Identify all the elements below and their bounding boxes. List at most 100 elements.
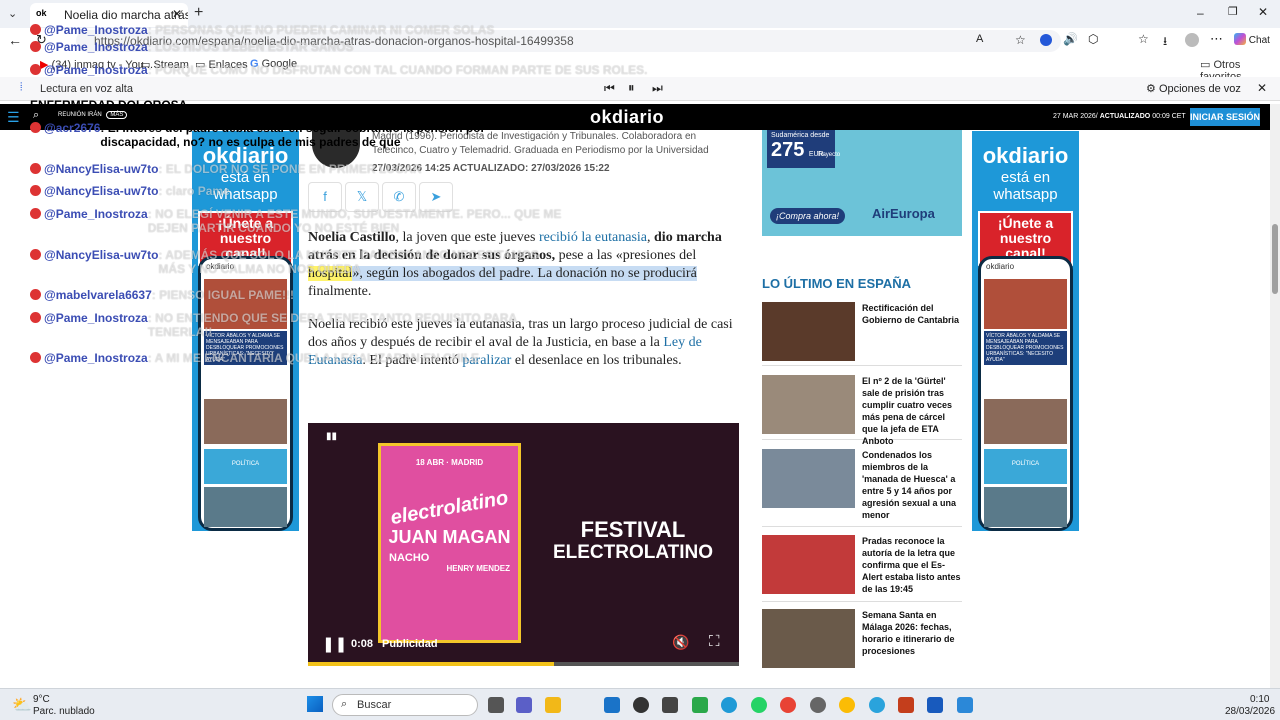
phone-mockup: okdiario VÍCTOR ÁBALOS Y ALDAMA SE MENSA…	[978, 256, 1073, 531]
chat-text: : claro Pame	[158, 184, 230, 198]
festival-title: FESTIVAL ELECTROLATINO	[533, 518, 733, 564]
news-title: Condenados los miembros de la 'manada de…	[862, 450, 957, 520]
telegram-icon[interactable]	[869, 697, 885, 713]
chat-user: @mabelvarela6637	[44, 288, 152, 302]
right-whatsapp-ad[interactable]: okdiario está en whatsapp ¡Únete a nuest…	[972, 131, 1079, 531]
date-text: 27 MAR 2026/	[1053, 113, 1098, 120]
header-date: 27 MAR 2026/ ACTUALIZADO 00:09 CET	[1053, 113, 1186, 120]
phone-photo-3	[984, 487, 1067, 527]
user-avatar-icon	[30, 122, 41, 133]
chat-text: : PERSONAS QUE NO PUEDEN CAMINAR NI COME…	[147, 23, 495, 37]
signal-icon: ▮▮	[326, 431, 338, 442]
chat-text: : EL DOLOR NO SE PONE EN PRIMER LUGAR	[158, 162, 422, 176]
user-avatar-icon	[30, 312, 41, 323]
previous-icon[interactable]: ⏮	[604, 81, 615, 96]
video-progress-track[interactable]	[308, 662, 739, 666]
news-title: Rectificación del Gobierno de Cantabria	[862, 303, 960, 325]
close-window-icon[interactable]: ✕	[1258, 5, 1268, 19]
user-avatar-icon	[30, 289, 41, 300]
chat-text: : NO ENTIENDO QUE SE DEBA TENER TANTO RE…	[147, 311, 517, 339]
news-title: El nº 2 de la 'Gürtel' sale de prisión t…	[862, 376, 953, 446]
login-button[interactable]: INICIAR SESIÓN	[1190, 108, 1260, 126]
page-scrollbar[interactable]	[1270, 104, 1280, 688]
news-item[interactable]: El nº 2 de la 'Gürtel' sale de prisión t…	[762, 375, 962, 446]
chrome-icon[interactable]	[780, 697, 796, 713]
clock-time[interactable]: 0:10	[1250, 694, 1269, 705]
fullscreen-icon[interactable]: ⛶	[709, 633, 720, 650]
site-logo[interactable]: okdiario	[590, 107, 664, 128]
user-avatar-icon	[30, 163, 41, 174]
phone-photo-2	[984, 399, 1067, 444]
taskbar: ⛅ 9°C Parc. nublado ⌕ Buscar 0:10 28/03/…	[0, 688, 1280, 720]
chat-user: @NancyElisa-uw7to	[44, 248, 159, 262]
news-item[interactable]: Condenados los miembros de la 'manada de…	[762, 449, 962, 527]
news-item[interactable]: Rectificación del Gobierno de Cantabria	[762, 302, 962, 366]
task-view-icon[interactable]	[488, 697, 504, 713]
air-europa-ad[interactable]: Sudamérica desde 275 EUR Trayecto ¡Compr…	[762, 130, 962, 236]
minimize-icon[interactable]: –	[1197, 6, 1204, 20]
chat-user: @Pame_Inostroza	[44, 23, 148, 37]
updated-label: ACTUALIZADO	[1099, 113, 1151, 120]
video-player[interactable]: ▮▮ 18 ABR · MADRID electrolatino JUAN MA…	[308, 423, 739, 666]
voice-options-button[interactable]: ⚙ Opciones de voz	[1146, 82, 1241, 95]
taskbar-search[interactable]: ⌕ Buscar	[332, 694, 478, 716]
scrollbar-thumb[interactable]	[1272, 224, 1278, 294]
teams-icon[interactable]	[516, 697, 532, 713]
mail-icon[interactable]	[604, 697, 620, 713]
news-item[interactable]: Pradas reconoce la autoría de la letra q…	[762, 535, 962, 602]
favorites-icon[interactable]: ☆	[1138, 32, 1149, 46]
weather-icon[interactable]: ⛅	[12, 695, 32, 715]
chat-text: ENFERMEDAD DOLOROSA.	[30, 98, 191, 112]
video-label: Publicidad	[382, 638, 438, 650]
video-time: 0:08	[351, 638, 374, 650]
close-read-aloud-icon[interactable]: ✕	[1257, 81, 1267, 95]
maximize-icon[interactable]: ❐	[1228, 5, 1238, 18]
phone-photo-2	[204, 399, 287, 444]
read-aloud-icon[interactable]: A	[976, 33, 983, 45]
ad-panel: Sudamérica desde 275 EUR	[767, 130, 835, 168]
app-icon[interactable]	[633, 697, 649, 713]
copilot-chat-button[interactable]: Chat	[1234, 33, 1270, 46]
chat-label: Chat	[1248, 35, 1270, 46]
start-icon[interactable]	[307, 696, 323, 712]
poster-artist-3: HENRY MENDEZ	[446, 564, 510, 573]
powerpoint-icon[interactable]	[898, 697, 914, 713]
extensions-icon[interactable]: ⬡	[1088, 32, 1098, 46]
edge-shield-icon[interactable]	[1040, 34, 1052, 46]
file-explorer-icon[interactable]	[545, 697, 561, 713]
ad-cta: ¡Compra ahora!	[770, 208, 846, 224]
whatsapp-icon[interactable]	[751, 697, 767, 713]
next-icon[interactable]: ⏭	[652, 81, 663, 96]
chat-message: @NancyElisa-uw7to: claro Pame	[30, 184, 230, 198]
news-title: Semana Santa en Málaga 2026: fechas, hor…	[862, 610, 955, 656]
downloads-icon[interactable]: ⭳	[1163, 32, 1167, 53]
profile-avatar[interactable]	[1185, 33, 1199, 47]
app-icon[interactable]	[810, 697, 826, 713]
pause-icon[interactable]: ⏸	[628, 80, 635, 96]
ad-line1: está en	[1000, 169, 1051, 186]
poster-date: 18 ABR · MADRID	[415, 458, 484, 467]
app-icon[interactable]	[692, 697, 708, 713]
phone-photo	[984, 279, 1067, 329]
mute-icon[interactable]: 🔇	[672, 634, 689, 651]
favorite-star-icon[interactable]: ☆	[1015, 33, 1026, 47]
more-menu-icon[interactable]: ⋯	[1210, 31, 1223, 47]
copilot-icon	[1234, 33, 1246, 45]
folder-icon: ▭	[1200, 59, 1211, 71]
word-icon[interactable]	[927, 697, 943, 713]
user-avatar-icon	[30, 185, 41, 196]
pause-video-icon[interactable]: ❚❚	[322, 635, 347, 653]
chrome-icon[interactable]	[839, 697, 855, 713]
ad-trip: Trayecto	[817, 152, 841, 158]
edge-icon[interactable]	[721, 697, 737, 713]
p1-text: ,	[647, 230, 655, 245]
app-icon[interactable]	[662, 697, 678, 713]
phone-tag: POLÍTICA	[984, 449, 1067, 484]
user-avatar-icon	[30, 208, 41, 219]
app-icon[interactable]	[957, 697, 973, 713]
clock-date[interactable]: 28/03/2026	[1225, 706, 1275, 717]
news-item[interactable]: Semana Santa en Málaga 2026: fechas, hor…	[762, 609, 962, 669]
chat-user: @Pame_Inostroza	[44, 207, 148, 221]
chat-user: @Pame_Inostroza	[44, 40, 148, 54]
volume-icon[interactable]: 🔊	[1063, 32, 1078, 46]
